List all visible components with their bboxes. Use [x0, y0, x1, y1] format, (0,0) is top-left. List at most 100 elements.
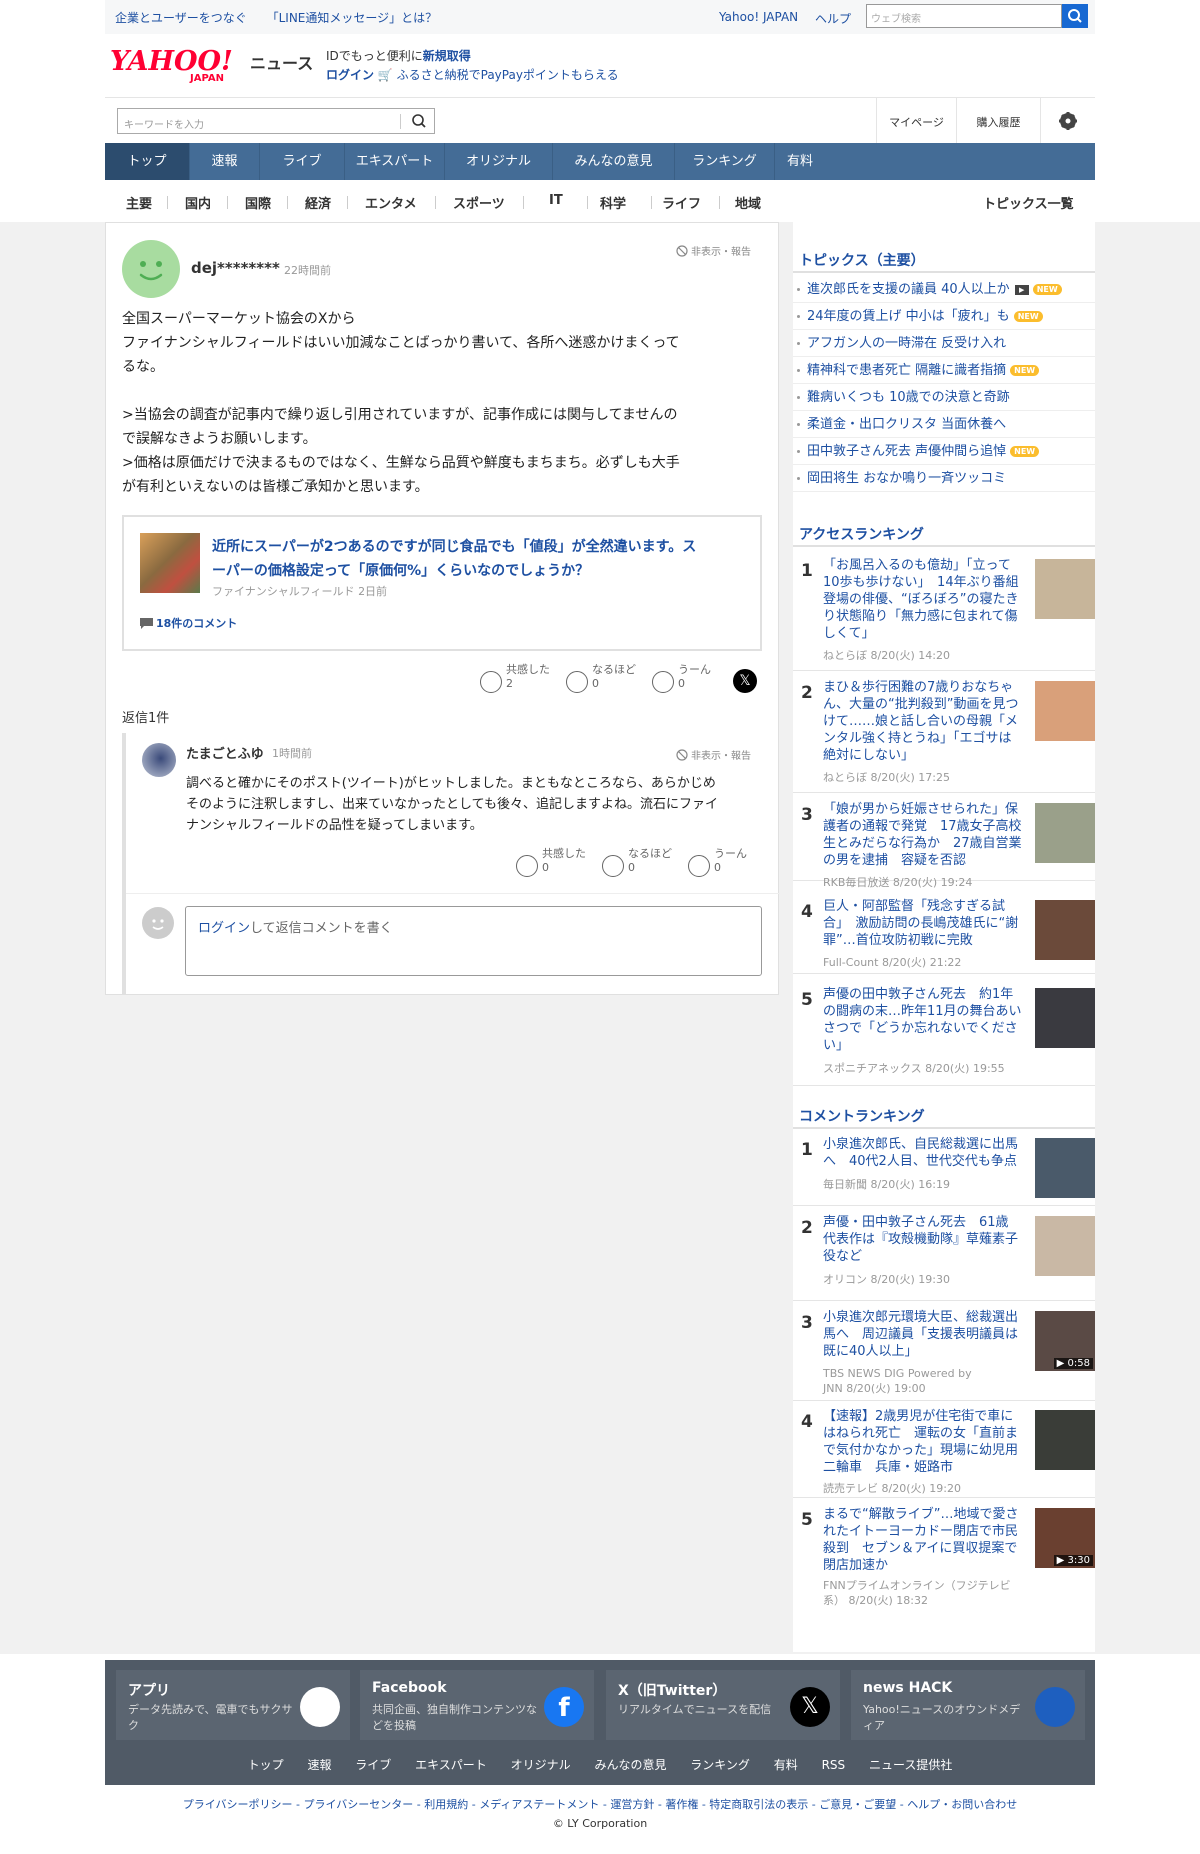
yahoo-japan-link[interactable]: Yahoo! JAPAN [719, 10, 798, 24]
cat-main[interactable]: 主要 [126, 193, 152, 212]
cat-life[interactable]: ライフ [662, 193, 701, 212]
ranking-item[interactable]: 4 【速報】2歳男児が住宅街で車にはねられ死亡 運転の女「直前まで気付かなかった… [793, 1408, 1095, 1498]
footer-card-desc: データ先読みで、電車でもサクサク [128, 1703, 293, 1732]
mypage-link[interactable]: マイページ [876, 98, 956, 144]
cat-sep [227, 196, 228, 209]
ranking-item[interactable]: 3 「娘が男から妊娠させられた」保護者の通報で発覚 17歳女子高校生とみだらな行… [793, 801, 1095, 889]
ranking-item[interactable]: 4 巨人・阿部監督「残念すぎる試合」 激励訪問の長嶋茂雄氏に“謝罪”…首位攻防初… [793, 898, 1095, 974]
cat-international[interactable]: 国際 [245, 193, 271, 212]
x-icon: 𝕏 [790, 1687, 830, 1727]
purchase-history-link[interactable]: 購入履歴 [956, 98, 1040, 144]
react-uun-button[interactable]: うーん 0 [688, 847, 747, 877]
topics-list-link[interactable]: トピックス一覧 [983, 193, 1074, 212]
topic-item[interactable]: 岡田将生 おなか鳴り一斉ツッコミ [793, 465, 1095, 492]
topic-item[interactable]: 難病いくつも 10歳での決意と奇跡 [793, 384, 1095, 411]
react-naruhodo-button[interactable]: なるほど 0 [566, 663, 636, 693]
sidebar: トピックス（主要） 進次郎氏を支援の議員 40人以上か ▶ NEW 24年度の賃上げ… [793, 222, 1095, 1652]
nav-ranking[interactable]: ランキング [675, 143, 775, 180]
topic-item[interactable]: 田中敦子さん死去 声優仲間ら追悼 NEW [793, 438, 1095, 465]
hide-report-label: 非表示・報告 [691, 751, 751, 762]
yahoo-news-logo[interactable]: YAHOO! JAPAN [108, 44, 248, 84]
react-empathy-button[interactable]: 共感した 2 [480, 663, 550, 693]
web-search-input[interactable]: ウェブ検索 [866, 4, 1062, 28]
furusato-link[interactable]: ふるさと納税でPayPayポイントもらえる [397, 68, 619, 82]
rank-thumbnail [1035, 1138, 1095, 1198]
ranking-item[interactable]: 5 声優の田中敦子さん死去 約1年の闘病の末…昨年11月の舞台あいさつで「どうか… [793, 986, 1095, 1086]
topic-text: 岡田将生 おなか鳴り一斉ツッコミ [807, 471, 1007, 486]
footer-nav-providers[interactable]: ニュース提供社 [869, 1758, 952, 1772]
help-link[interactable]: ヘルプ [815, 10, 851, 27]
reply-user[interactable]: たまごとふゆ [186, 743, 264, 762]
reply-line: そのように注釈しますし、出来ていなかったとしても後々、追記しますよね。流石にファ… [186, 797, 718, 812]
topic-item[interactable]: 柔道金・出口クリスタ 当面休養へ [793, 411, 1095, 438]
ranking-item[interactable]: 1 小泉進次郎氏、自民総裁選に出馬へ 40代2人目、世代交代も争点 毎日新聞 8… [793, 1136, 1095, 1206]
topic-item[interactable]: アフガン人の一時滞在 反受け入れ [793, 330, 1095, 357]
comment-user[interactable]: dej******** [191, 259, 280, 277]
react-count: 0 [592, 677, 599, 690]
web-search-button[interactable] [1062, 4, 1088, 28]
new-badge: NEW [1010, 446, 1040, 457]
nav-opinions[interactable]: みんなの意見 [553, 143, 675, 180]
footer-newshack-card[interactable]: news HACK Yahoo!ニュースのオウンドメディア [851, 1670, 1085, 1740]
replies-count[interactable]: 返信1件 [122, 707, 169, 726]
cat-entertainment[interactable]: エンタメ [365, 193, 417, 212]
footer-nav-original[interactable]: オリジナル [511, 1758, 571, 1772]
settings-button[interactable] [1040, 98, 1095, 144]
promo-link-1[interactable]: 企業とユーザーをつなぐ [115, 11, 247, 25]
footer-nav-paid[interactable]: 有料 [774, 1758, 798, 1772]
footer-nav-opinions[interactable]: みんなの意見 [594, 1758, 666, 1772]
ranking-item[interactable]: 2 声優・田中敦子さん死去 61歳 代表作は『攻殻機動隊』草薙素子役など オリコ… [793, 1214, 1095, 1301]
footer-x-card[interactable]: X（旧Twitter） リアルタイムでニュースを配信 𝕏 [606, 1670, 840, 1740]
rank-thumbnail [1035, 681, 1095, 741]
ranking-item[interactable]: 2 まひ＆歩行困難の7歳りおなちゃん、大量の“批判殺到”動画を見つけて……娘と話… [793, 679, 1095, 793]
footer-nav-rss[interactable]: RSS [822, 1758, 846, 1772]
footer-nav-breaking[interactable]: 速報 [307, 1758, 331, 1772]
footer-nav-expert[interactable]: エキスパート [415, 1758, 487, 1772]
cat-science[interactable]: 科学 [600, 193, 626, 212]
ranking-item[interactable]: 5 まるで“解散ライブ”…地域で愛されたイトーヨーカドー閉店で市民殺到 セブン＆… [793, 1506, 1095, 1616]
hide-report-button[interactable]: 非表示・報告 [676, 243, 751, 258]
login-link[interactable]: ログイン [326, 68, 374, 82]
cat-it[interactable]: IT [549, 193, 563, 208]
footer-app-card[interactable]: アプリ データ先読みで、電車でもサクサク [116, 1670, 350, 1740]
rank-source: Full-Count 8/20(火) 21:22 [823, 956, 962, 969]
ranking-item[interactable]: 3 小泉進次郎元環境大臣、総裁選出馬へ 周辺議員「支援表明議員は既に40人以上」… [793, 1309, 1095, 1401]
search-icon[interactable] [410, 112, 428, 130]
footer-nav-top[interactable]: トップ [248, 1758, 284, 1772]
react-empathy-button[interactable]: 共感した 0 [516, 847, 586, 877]
topic-item[interactable]: 24年度の賃上げ 中小は「疲れ」も NEW [793, 303, 1095, 330]
nav-expert[interactable]: エキスパート [345, 143, 445, 180]
id-promo-text: IDでもっと便利に [326, 49, 423, 63]
nav-top[interactable]: トップ [105, 143, 190, 180]
cat-region[interactable]: 地域 [735, 193, 761, 212]
reply-login-link[interactable]: ログイン [198, 921, 250, 936]
topic-item[interactable]: 進次郎氏を支援の議員 40人以上か ▶ NEW [793, 276, 1095, 303]
nav-original[interactable]: オリジナル [445, 143, 553, 180]
footer-facebook-card[interactable]: Facebook 共同企画、独自制作コンテンツなどを投稿 f [360, 1670, 594, 1740]
cat-economy[interactable]: 経済 [305, 193, 331, 212]
cat-domestic[interactable]: 国内 [185, 193, 211, 212]
reply-hide-report-button[interactable]: 非表示・報告 [676, 747, 751, 762]
signup-link[interactable]: 新規取得 [423, 49, 471, 63]
footer-nav-live[interactable]: ライブ [355, 1758, 391, 1772]
comment-reactions: 共感した 2 なるほど 0 うーん 0 𝕏 [480, 663, 757, 693]
x-share-button[interactable]: 𝕏 [733, 669, 757, 693]
promo-link-2[interactable]: 「LINE通知メッセージ」とは？ [267, 11, 438, 25]
react-naruhodo-button[interactable]: なるほど 0 [602, 847, 672, 877]
ranking-item[interactable]: 1 「お風呂入るのも億劫」「立って10歩も歩けない」 14年ぶり番組登場の俳優、… [793, 557, 1095, 671]
nav-paid[interactable]: 有料 [775, 143, 825, 180]
keyword-search-input[interactable]: キーワードを入力 [117, 108, 435, 134]
react-uun-button[interactable]: うーん 0 [652, 663, 711, 693]
topic-text: 進次郎氏を支援の議員 40人以上か [807, 282, 1010, 297]
article-title[interactable]: 近所にスーパーが2つあるのですが同じ食品でも「値段」が全然違います。ス ーパーの… [212, 535, 696, 583]
article-comments-link[interactable]: 18件のコメント [140, 615, 237, 631]
nav-live[interactable]: ライブ [260, 143, 345, 180]
id-promo: IDでもっと便利に新規取得 [326, 47, 471, 64]
topic-item[interactable]: 精神科で患者死亡 隔離に識者指摘 NEW [793, 357, 1095, 384]
reply-input-field[interactable]: ログインして返信コメントを書く [185, 906, 762, 976]
footer-policy-links[interactable]: プライバシーポリシー - プライバシーセンター - 利用規約 - メディアステー… [0, 1796, 1200, 1812]
cat-sports[interactable]: スポーツ [453, 193, 505, 212]
article-card[interactable]: 近所にスーパーが2つあるのですが同じ食品でも「値段」が全然違います。ス ーパーの… [122, 515, 762, 651]
footer-nav-ranking[interactable]: ランキング [690, 1758, 750, 1772]
nav-breaking[interactable]: 速報 [190, 143, 260, 180]
